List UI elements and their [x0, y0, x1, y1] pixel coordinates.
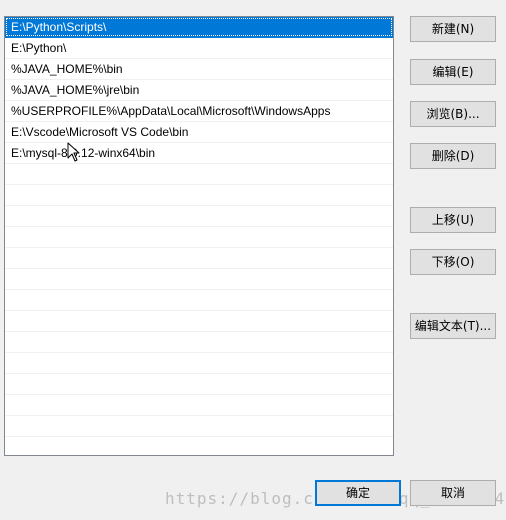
path-list-item[interactable]: %JAVA_HOME%\jre\bin	[5, 80, 393, 101]
cancel-button[interactable]: 取消	[410, 480, 496, 506]
edit-button[interactable]: 编辑(E)	[410, 59, 496, 85]
empty-list-row[interactable]	[5, 395, 393, 416]
ok-button[interactable]: 确定	[315, 480, 401, 506]
empty-list-row[interactable]	[5, 374, 393, 395]
new-button[interactable]: 新建(N)	[410, 16, 496, 42]
path-list-item[interactable]: E:\mysql-8.0.12-winx64\bin	[5, 143, 393, 164]
path-list-item[interactable]: E:\Vscode\Microsoft VS Code\bin	[5, 122, 393, 143]
empty-list-row[interactable]	[5, 227, 393, 248]
empty-list-row[interactable]	[5, 248, 393, 269]
empty-list-row[interactable]	[5, 311, 393, 332]
browse-button[interactable]: 浏览(B)...	[410, 101, 496, 127]
path-list-item[interactable]: %JAVA_HOME%\bin	[5, 59, 393, 80]
empty-list-row[interactable]	[5, 416, 393, 437]
move-up-button[interactable]: 上移(U)	[410, 207, 496, 233]
empty-list-row[interactable]	[5, 332, 393, 353]
path-list[interactable]: E:\Python\Scripts\ E:\Python\ %JAVA_HOME…	[4, 16, 394, 456]
empty-list-row[interactable]	[5, 206, 393, 227]
move-down-button[interactable]: 下移(O)	[410, 249, 496, 275]
path-list-item[interactable]: E:\Python\Scripts\	[5, 17, 393, 38]
empty-list-row[interactable]	[5, 353, 393, 374]
empty-list-row[interactable]	[5, 269, 393, 290]
empty-list-row[interactable]	[5, 185, 393, 206]
empty-list-row[interactable]	[5, 437, 393, 455]
path-list-item[interactable]: %USERPROFILE%\AppData\Local\Microsoft\Wi…	[5, 101, 393, 122]
delete-button[interactable]: 删除(D)	[410, 143, 496, 169]
edit-text-button[interactable]: 编辑文本(T)...	[410, 313, 496, 339]
empty-list-row[interactable]	[5, 164, 393, 185]
path-list-item[interactable]: E:\Python\	[5, 38, 393, 59]
empty-list-row[interactable]	[5, 290, 393, 311]
